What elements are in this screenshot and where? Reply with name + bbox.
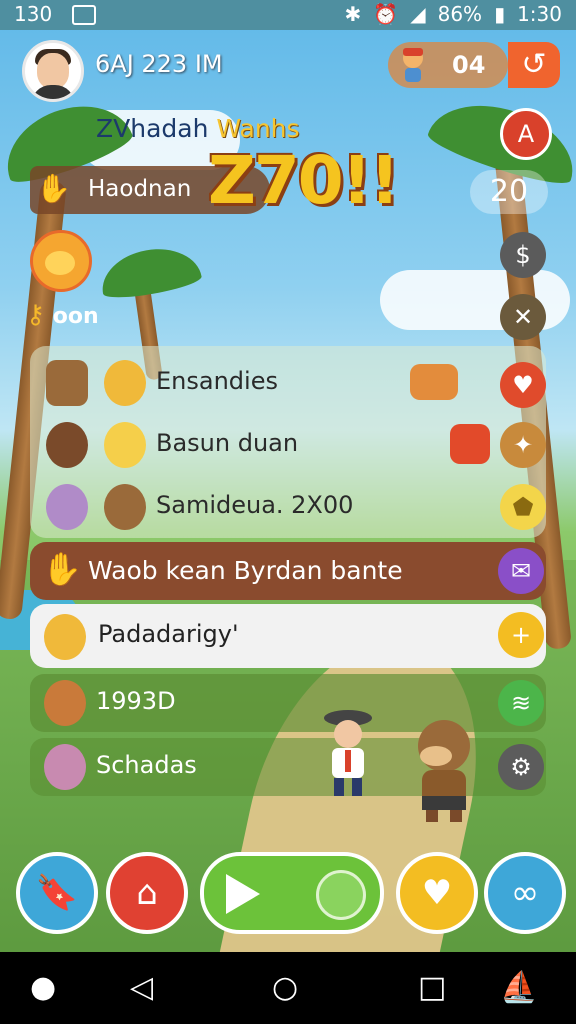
player-avatar[interactable] xyxy=(22,40,84,102)
key-value: oon xyxy=(52,304,99,329)
profile-side-button[interactable]: A xyxy=(500,108,552,160)
list-item[interactable]: Samideua. 2X00 ⬟ xyxy=(30,476,546,538)
screenshot-icon xyxy=(72,5,96,25)
sword-side-button[interactable]: ✕ xyxy=(500,294,546,340)
gear-icon: ⚙ xyxy=(510,753,532,781)
settings-button[interactable]: ⚙ xyxy=(498,744,544,790)
bookmark-icon: 🔖 xyxy=(35,873,79,913)
home-nav-icon[interactable]: ○ xyxy=(272,970,298,1005)
list-item-label: Samideua. 2X00 xyxy=(156,491,354,519)
chick-character xyxy=(30,230,92,292)
quest-list-panel: Ensandies ♥ Basun duan ✦ Samideua. 2X00 … xyxy=(30,346,546,538)
add-button[interactable]: + xyxy=(498,612,544,658)
assistant-icon[interactable]: ● xyxy=(30,970,56,1005)
coin-counter[interactable]: 04 xyxy=(388,42,508,88)
link-icon: ∞ xyxy=(510,873,540,913)
back-icon[interactable]: ◁ xyxy=(130,970,153,1005)
hand-icon: ✋ xyxy=(42,550,82,588)
layers-button[interactable]: ≋ xyxy=(498,680,544,726)
heart-icon: ♥ xyxy=(421,873,453,913)
list-item-label: Ensandies xyxy=(156,367,278,395)
key-icon: ⚷ xyxy=(26,300,46,330)
hand-icon: ✋ xyxy=(36,172,71,205)
layers-icon: ≋ xyxy=(510,689,532,717)
share-button[interactable]: ∞ xyxy=(484,852,566,934)
recents-icon[interactable]: □ xyxy=(418,970,446,1005)
bluetooth-icon: ✱ xyxy=(344,2,362,26)
menu-item-label: Padadarigy' xyxy=(98,620,239,648)
player-id: 6AJ 223 IM xyxy=(95,50,223,78)
score-badge[interactable]: 20 xyxy=(470,170,548,214)
avatar-face xyxy=(37,53,69,89)
item-action-button[interactable]: ✦ xyxy=(500,422,546,468)
bear-icon xyxy=(104,484,146,530)
list-item[interactable]: Ensandies ♥ xyxy=(30,352,546,414)
alarm-icon: ⏰ xyxy=(373,2,399,26)
menu-item-label: Schadas xyxy=(96,751,197,779)
cabinet-icon xyxy=(46,360,88,406)
signal-icon: ◢ xyxy=(410,2,426,26)
mascot-icon xyxy=(403,48,423,82)
play-icon xyxy=(226,874,260,914)
promo-banner[interactable]: ✋ Waob kean Byrdan bante ✉ xyxy=(30,542,546,600)
reward-button[interactable]: ♥ xyxy=(396,852,478,934)
menu-item-label: 1993D xyxy=(96,687,176,715)
dollar-side-button[interactable]: $ xyxy=(500,232,546,278)
bookmark-button[interactable]: 🔖 xyxy=(16,852,98,934)
farmer-character xyxy=(324,710,372,796)
home-button[interactable]: ⌂ xyxy=(106,852,188,934)
item-action-button[interactable]: ♥ xyxy=(500,362,546,408)
status-time-left: 130 xyxy=(14,2,53,26)
sword-icon: ✕ xyxy=(512,303,534,331)
key-counter: ⚷ oon xyxy=(26,300,99,330)
coin-count: 04 xyxy=(452,51,486,79)
system-nav-bar: ● ◁ ○ □ ⛵ xyxy=(0,952,576,1024)
cart-icon xyxy=(410,364,458,400)
bear-character xyxy=(418,720,470,822)
dollar-icon: $ xyxy=(515,241,531,269)
gift-icon xyxy=(450,424,490,464)
monkey-icon xyxy=(46,422,88,468)
item-action-button[interactable]: ⬟ xyxy=(500,484,546,530)
subtitle-left: ZVhadah xyxy=(96,114,209,143)
game-launcher-icon[interactable]: ⛵ xyxy=(500,970,537,1005)
target-icon xyxy=(316,870,366,920)
star-icon: ✦ xyxy=(512,431,534,459)
refresh-button[interactable]: ↺ xyxy=(508,42,560,88)
plus-icon: + xyxy=(510,621,532,649)
heart-icon: ♥ xyxy=(512,371,534,399)
banner-text: Waob kean Byrdan bante xyxy=(88,556,403,585)
menu-item-highlight[interactable]: Padadarigy' + xyxy=(30,604,546,668)
list-item-label: Basun duan xyxy=(156,429,299,457)
list-item[interactable]: Basun duan ✦ xyxy=(30,414,546,476)
battery-percent: 86% xyxy=(437,2,483,26)
character-icon xyxy=(44,680,86,726)
character-icon xyxy=(44,744,86,790)
ticket-icon: ✉ xyxy=(510,557,532,585)
battery-icon: ▮ xyxy=(494,2,506,26)
subtitle-right: Wanhs xyxy=(216,114,300,143)
refresh-icon: ↺ xyxy=(521,47,547,82)
status-bar: 130 ✱ ⏰ ◢ 86% ▮ 1:30 xyxy=(0,0,576,30)
dog-icon xyxy=(104,360,146,406)
home-icon: ⌂ xyxy=(136,873,158,913)
game-subtitle: ZVhadah Wanhs xyxy=(96,114,300,143)
mascot-icon xyxy=(44,614,86,660)
banner-action-button[interactable]: ✉ xyxy=(498,548,544,594)
headline-text: Haodnan xyxy=(88,176,192,202)
chick-icon xyxy=(104,422,146,468)
palm-leaf xyxy=(96,241,204,303)
clock: 1:30 xyxy=(517,2,562,26)
game-title: Z70!! xyxy=(208,142,400,219)
shield-icon: ⬟ xyxy=(512,493,534,521)
girl-icon xyxy=(46,484,88,530)
letter-a-icon: A xyxy=(517,120,535,148)
play-button[interactable] xyxy=(200,852,384,934)
